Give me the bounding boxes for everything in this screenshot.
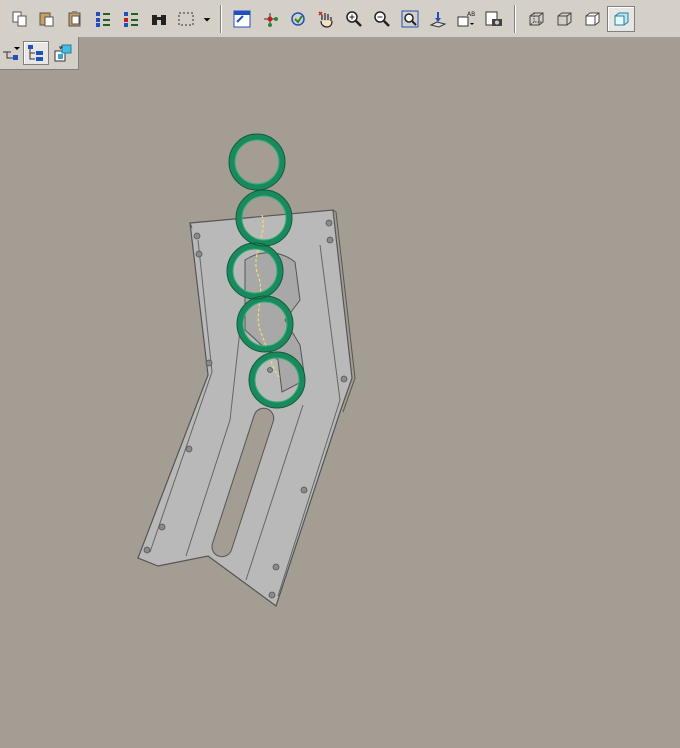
fit-all-icon[interactable] bbox=[231, 8, 253, 30]
reorder-tree-alt-icon[interactable] bbox=[120, 8, 142, 30]
svg-text:AB: AB bbox=[467, 11, 475, 18]
connect-nodes-icon[interactable] bbox=[259, 8, 281, 30]
dropdown-arrow-icon[interactable] bbox=[201, 8, 213, 30]
selection-box-icon[interactable] bbox=[175, 8, 197, 30]
paste-icon[interactable] bbox=[36, 8, 58, 30]
zoom-out-icon[interactable] bbox=[371, 8, 393, 30]
part-geometry bbox=[137, 133, 356, 607]
wireframe-cube-icon[interactable] bbox=[525, 8, 547, 30]
normal-view-icon[interactable] bbox=[427, 8, 449, 30]
o-ring bbox=[229, 134, 285, 190]
pan-hand-icon[interactable] bbox=[315, 8, 337, 30]
tree-structure-icon[interactable] bbox=[23, 41, 49, 65]
reorder-tree-icon[interactable] bbox=[92, 8, 114, 30]
binoculars-search-icon[interactable] bbox=[148, 8, 170, 30]
toolbar-separator bbox=[220, 5, 222, 33]
create-multi-view-icon[interactable]: AB bbox=[455, 8, 477, 30]
secondary-toolbar bbox=[0, 37, 79, 70]
zoom-area-icon[interactable] bbox=[399, 8, 421, 30]
swap-visible-space-icon[interactable] bbox=[52, 42, 74, 64]
main-toolbar: AB bbox=[0, 0, 680, 38]
3d-viewport[interactable] bbox=[0, 70, 680, 744]
toolbar-separator bbox=[514, 5, 516, 33]
hidden-edges-cube-icon[interactable] bbox=[553, 8, 575, 30]
tree-expand-icon[interactable] bbox=[0, 42, 22, 64]
zoom-in-icon[interactable] bbox=[343, 8, 365, 30]
shaded-cube-icon[interactable] bbox=[607, 6, 635, 32]
fly-mode-icon[interactable] bbox=[287, 8, 309, 30]
paste-special-icon[interactable] bbox=[64, 8, 86, 30]
copy-icon[interactable] bbox=[9, 8, 31, 30]
outline-cube-icon[interactable] bbox=[581, 8, 603, 30]
capture-image-icon[interactable] bbox=[483, 8, 505, 30]
